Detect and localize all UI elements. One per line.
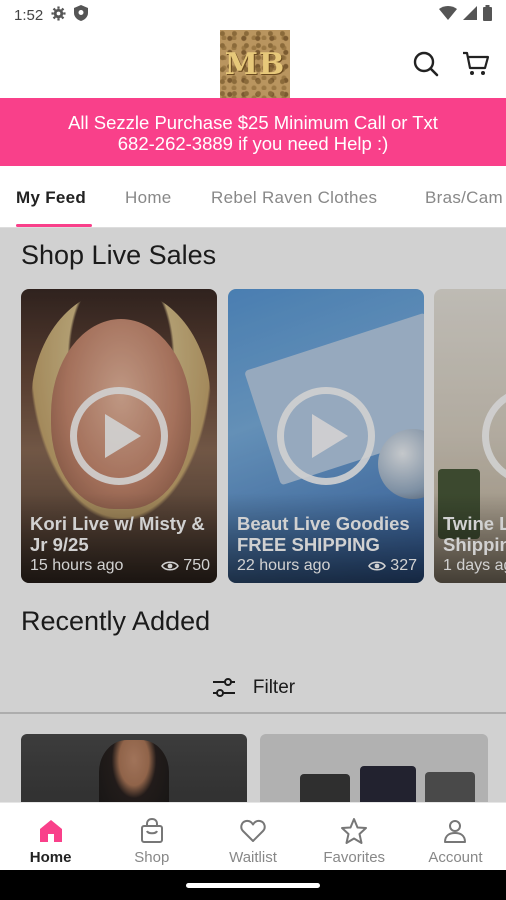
home-icon: [39, 820, 62, 842]
status-time: 1:52: [14, 6, 44, 24]
feed-content: Shop Live Sales Kori Live w/ Misty & Jr …: [0, 228, 506, 802]
app-header: MB: [0, 30, 506, 98]
live-card-title: Twine Live Free Shipping: [443, 513, 506, 555]
play-button[interactable]: [482, 387, 506, 485]
bottom-nav: Home Shop Waitlist Favorites Account: [0, 802, 506, 870]
status-bar: 1:52: [0, 0, 506, 30]
active-tab-indicator: [16, 224, 92, 227]
play-button[interactable]: [277, 387, 375, 485]
tab-bras-cami[interactable]: Bras/Cam: [425, 188, 503, 208]
live-card-title: Beaut Live Goodies FREE SHIPPING: [237, 513, 410, 555]
tab-rebel-raven-clothes[interactable]: Rebel Raven Clothes: [211, 188, 377, 208]
battery-icon: [483, 5, 492, 25]
gear-icon: [51, 5, 66, 25]
tab-my-feed[interactable]: My Feed: [16, 188, 86, 208]
nav-shop[interactable]: Shop: [101, 803, 202, 870]
divider: [0, 712, 506, 714]
home-gesture-handle[interactable]: [186, 883, 320, 888]
nav-home-label: Home: [29, 849, 72, 866]
live-card-time: 22 hours ago: [237, 557, 331, 574]
logo-text: MB: [224, 46, 286, 82]
shopping-bag-icon: [140, 817, 163, 843]
nav-account[interactable]: Account: [405, 803, 506, 870]
cart-icon: [463, 51, 490, 75]
nav-account-label: Account: [428, 849, 483, 866]
eye-icon: [368, 561, 387, 571]
tab-home[interactable]: Home: [125, 188, 172, 208]
play-button[interactable]: [70, 387, 168, 485]
search-button[interactable]: [410, 48, 442, 80]
product-card[interactable]: [21, 734, 247, 802]
search-icon: [413, 51, 439, 77]
signal-icon: [463, 6, 477, 24]
nav-shop-label: Shop: [134, 849, 170, 866]
banner-line-2: 682-262-3889 if you need Help :): [117, 133, 389, 154]
live-card-views: 750: [183, 557, 210, 574]
nav-favorites[interactable]: Favorites: [304, 803, 405, 870]
promo-banner: All Sezzle Purchase $25 Minimum Call or …: [0, 98, 506, 166]
play-icon: [105, 414, 141, 458]
shop-live-title: Shop Live Sales: [21, 240, 217, 270]
live-card-views: 327: [390, 557, 417, 574]
live-card[interactable]: Twine Live Free Shipping 1 days ago: [434, 289, 506, 583]
play-icon: [312, 414, 348, 458]
shield-icon: [74, 5, 89, 25]
system-nav-bar: [0, 870, 506, 900]
live-card-time: 15 hours ago: [30, 557, 124, 574]
nav-waitlist-label: Waitlist: [229, 849, 277, 866]
nav-waitlist[interactable]: Waitlist: [202, 803, 303, 870]
nav-favorites-label: Favorites: [323, 849, 386, 866]
live-card[interactable]: Kori Live w/ Misty & Jr 9/25 15 hours ag…: [21, 289, 217, 583]
live-card-title: Kori Live w/ Misty & Jr 9/25: [30, 513, 205, 555]
eye-icon: [161, 561, 180, 571]
banner-line-1: All Sezzle Purchase $25 Minimum Call or …: [68, 112, 438, 133]
star-icon: [341, 818, 368, 844]
category-tabs: My Feed Home Rebel Raven Clothes Bras/Ca…: [0, 166, 506, 228]
recently-added-title: Recently Added: [21, 606, 211, 636]
filter-button[interactable]: Filter: [0, 662, 506, 714]
live-card[interactable]: Beaut Live Goodies FREE SHIPPING 22 hour…: [228, 289, 424, 583]
store-logo[interactable]: MB: [220, 30, 290, 98]
person-icon: [444, 820, 467, 843]
live-card-time: 1 days ago: [443, 557, 506, 574]
product-card[interactable]: [260, 734, 488, 802]
heart-icon: [240, 819, 266, 842]
wifi-icon: [439, 6, 457, 24]
cart-button[interactable]: [460, 48, 492, 80]
filter-label: Filter: [252, 677, 296, 698]
nav-home[interactable]: Home: [0, 803, 101, 870]
filter-sliders-icon: [212, 678, 235, 697]
